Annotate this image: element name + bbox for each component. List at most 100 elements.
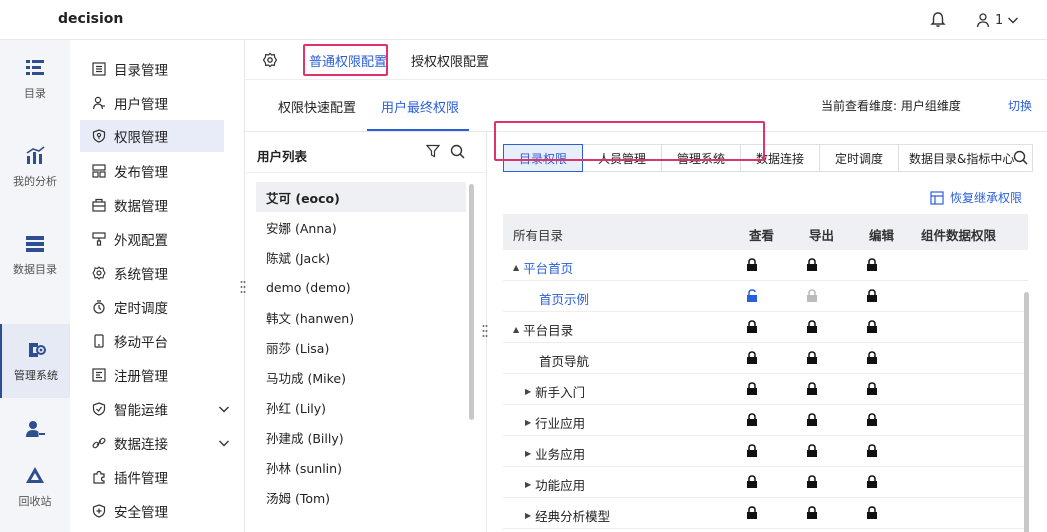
lock-icon[interactable] [746, 413, 758, 427]
menu-item-permissions[interactable]: 权限管理 [80, 120, 224, 152]
rail-item-my-analysis[interactable]: 我的分析 [0, 130, 70, 204]
expand-icon[interactable]: ▶ [525, 418, 531, 427]
menu-item-register[interactable]: 注册管理 [80, 359, 224, 391]
lock-icon[interactable] [806, 320, 818, 334]
lock-icon[interactable] [866, 382, 878, 396]
list-item[interactable]: 马功成 (Mike) [256, 362, 466, 392]
row-name[interactable]: ▶ 经典分析模型 [525, 506, 610, 525]
search-icon[interactable] [450, 144, 465, 159]
bell-icon[interactable] [928, 10, 948, 30]
lock-icon[interactable] [806, 413, 818, 427]
row-name[interactable]: ▲ 平台目录 [513, 320, 573, 339]
lock-icon[interactable] [806, 382, 818, 396]
menu-item-data-connection[interactable]: 数据连接 [80, 427, 229, 459]
unlock-icon[interactable] [746, 289, 758, 303]
rail-item-user-group[interactable] [0, 410, 70, 448]
row-name[interactable]: ▶ 业务应用 [525, 444, 585, 463]
tab-grant-permission[interactable]: 授权权限配置 [411, 51, 489, 70]
lock-icon[interactable] [746, 351, 758, 365]
menu-item-catalog[interactable]: 目录管理 [80, 53, 224, 85]
lock-icon[interactable] [866, 506, 878, 520]
menu-item-mobile[interactable]: 移动平台 [80, 325, 224, 357]
table-row[interactable]: 首页导航 [503, 343, 1028, 374]
rail-item-management[interactable]: 管理系统 [0, 324, 70, 398]
list-item[interactable]: 艾可 (eoco) [256, 182, 466, 212]
list-item[interactable]: 韩文 (hanwen) [256, 302, 466, 332]
table-row[interactable]: ▶ 业务应用 [503, 436, 1028, 467]
table-row[interactable]: ▲ 平台目录 [503, 312, 1028, 343]
menu-item-schedule[interactable]: 定时调度 [80, 291, 224, 323]
filter-icon[interactable] [426, 144, 440, 158]
chevron-down-icon[interactable] [218, 404, 230, 414]
lock-icon[interactable] [746, 444, 758, 458]
lock-icon[interactable] [866, 258, 878, 272]
restore-inherit-button[interactable]: 恢复继承权限 [930, 189, 1022, 206]
scrollbar[interactable] [469, 184, 474, 420]
table-row[interactable]: ▶ 功能应用 [503, 467, 1028, 498]
list-item[interactable]: 孙红 (Lily) [256, 392, 466, 422]
lock-icon[interactable] [866, 351, 878, 365]
list-item[interactable]: 安娜 (Anna) [256, 212, 466, 242]
rail-item-catalog[interactable]: 目录 [0, 42, 70, 116]
list-item[interactable]: 汤姆 (Tom) [256, 482, 466, 512]
menu-item-users[interactable]: 用户管理 [80, 87, 224, 119]
rail-item-recycle-bin[interactable]: 回收站 [0, 450, 70, 524]
lock-icon[interactable] [806, 506, 818, 520]
lock-icon[interactable] [746, 258, 758, 272]
tab-schedule[interactable]: 定时调度 [820, 144, 899, 172]
lock-icon[interactable] [866, 475, 878, 489]
lock-icon[interactable] [746, 475, 758, 489]
row-name[interactable]: ▶ 新手入门 [525, 382, 585, 401]
table-row[interactable]: ▶ 行业应用 [503, 405, 1028, 436]
row-name[interactable]: ▶ 功能应用 [525, 475, 585, 494]
lock-icon[interactable] [866, 320, 878, 334]
row-name[interactable]: 首页示例 [539, 289, 589, 308]
tab-quick-config[interactable]: 权限快速配置 [278, 97, 356, 116]
expand-icon[interactable]: ▶ [525, 511, 531, 520]
lock-icon[interactable] [866, 289, 878, 303]
collapse-icon[interactable]: ▲ [513, 325, 519, 334]
scrollbar[interactable] [1024, 292, 1029, 532]
search-icon[interactable] [1013, 150, 1028, 165]
lock-icon[interactable] [746, 506, 758, 520]
row-name[interactable]: ▲ 平台首页 [513, 258, 573, 277]
list-item[interactable]: 丽莎 (Lisa) [256, 332, 466, 362]
lock-icon[interactable] [806, 351, 818, 365]
lock-icon[interactable] [806, 258, 818, 272]
lock-icon[interactable] [746, 382, 758, 396]
table-row[interactable]: ▶ 新手入门 [503, 374, 1028, 405]
menu-item-data[interactable]: 数据管理 [80, 189, 224, 221]
row-name[interactable]: ▶ 行业应用 [525, 413, 585, 432]
expand-icon[interactable]: ▶ [525, 387, 531, 396]
table-row[interactable]: 首页示例 [503, 281, 1028, 312]
lock-icon[interactable] [866, 413, 878, 427]
menu-item-appearance[interactable]: 外观配置 [80, 223, 224, 255]
list-item[interactable]: 孙林 (sunlin) [256, 452, 466, 482]
list-item[interactable]: demo (demo) [256, 272, 466, 302]
rail-item-data-catalog[interactable]: 数据目录 [0, 218, 70, 292]
list-item[interactable]: 孙建成 (Billy) [256, 422, 466, 452]
lock-icon[interactable] [806, 475, 818, 489]
table-row[interactable]: ▲ 平台首页 [503, 250, 1028, 281]
expand-icon[interactable]: ▶ [525, 480, 531, 489]
menu-item-publish[interactable]: 发布管理 [80, 155, 224, 187]
drag-handle-icon[interactable] [240, 280, 246, 294]
table-row[interactable]: ▶ 经典分析模型 [503, 498, 1028, 529]
gear-icon[interactable] [262, 52, 278, 68]
row-name[interactable]: 首页导航 [539, 351, 589, 370]
menu-item-security[interactable]: 安全管理 [80, 495, 224, 527]
menu-item-ops[interactable]: 智能运维 [80, 393, 229, 425]
tab-final-permission[interactable]: 用户最终权限 [381, 97, 459, 116]
lock-icon[interactable] [746, 320, 758, 334]
menu-item-plugins[interactable]: 插件管理 [80, 461, 224, 493]
lock-icon[interactable] [866, 444, 878, 458]
list-item[interactable]: 陈斌 (Jack) [256, 242, 466, 272]
collapse-icon[interactable]: ▲ [513, 263, 519, 272]
chevron-down-icon[interactable] [218, 438, 230, 448]
menu-item-system[interactable]: 系统管理 [80, 257, 224, 289]
switch-dimension-link[interactable]: 切换 [1008, 97, 1032, 114]
expand-icon[interactable]: ▶ [525, 449, 531, 458]
user-menu[interactable]: 1 [975, 10, 1019, 30]
lock-icon[interactable] [806, 444, 818, 458]
tab-general-permission[interactable]: 普通权限配置 [309, 51, 387, 70]
